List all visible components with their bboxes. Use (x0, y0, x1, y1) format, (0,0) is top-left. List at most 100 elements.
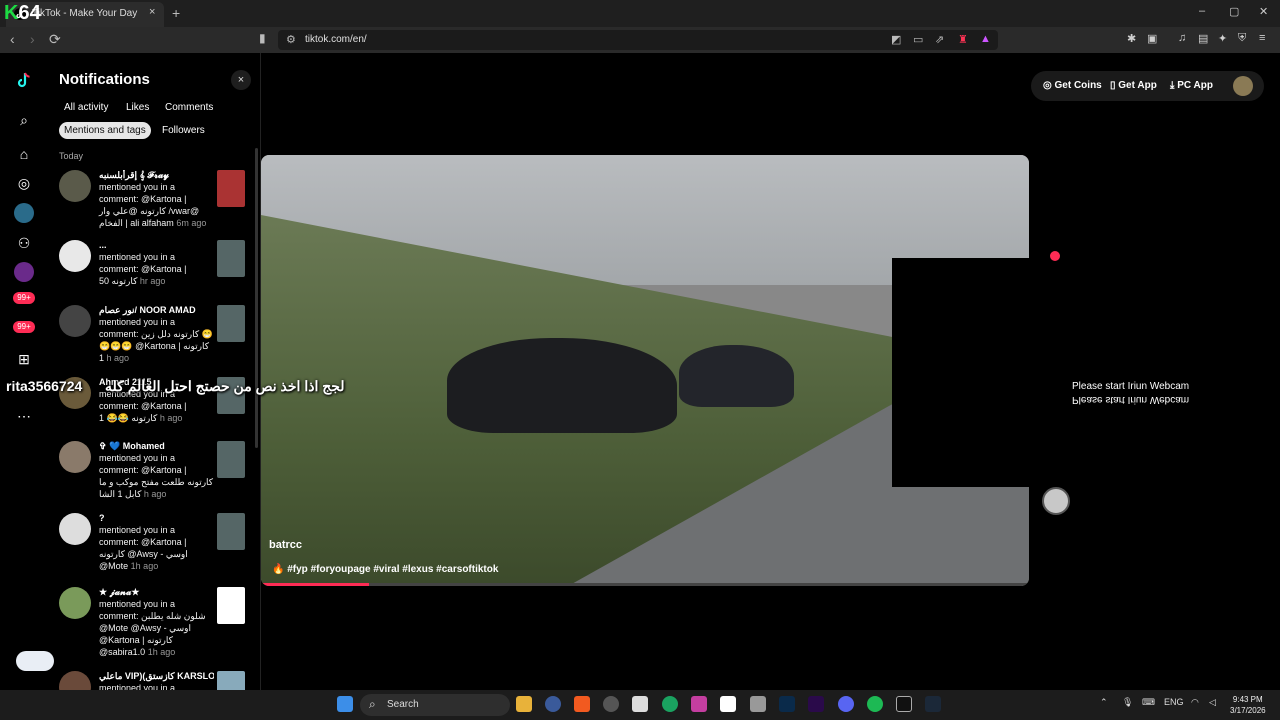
url-bar[interactable]: ⚙ tiktok.com/en/ ◩ ▭ ⇗ ♜ ▲ (278, 30, 998, 50)
tab-likes[interactable]: Likes (121, 99, 154, 116)
forward-button[interactable]: › (30, 31, 35, 47)
notification-thumbnail[interactable] (217, 587, 245, 624)
vpn-icon[interactable]: ⛨ (1238, 32, 1246, 45)
creator-avatar[interactable] (1042, 487, 1070, 515)
panel-scrollbar[interactable] (255, 148, 258, 448)
tab-close-icon[interactable]: × (149, 6, 155, 18)
menu-icon[interactable]: ≡ (1259, 32, 1265, 44)
tray-chevron-icon[interactable]: ⌃ (1100, 697, 1108, 708)
keyboard-icon[interactable]: ⌨ (1142, 697, 1155, 708)
video-caption[interactable]: 🔥 #fyp #foryoupage #viral #lexus #carsof… (272, 564, 498, 575)
live-icon[interactable] (14, 262, 34, 282)
messages-badge[interactable]: 99+ (13, 292, 35, 304)
notification-avatar[interactable] (59, 441, 91, 473)
notification-thumbnail[interactable] (217, 441, 245, 478)
volume-icon[interactable]: ◁ (1209, 697, 1216, 708)
video-progress-bar[interactable] (261, 583, 1029, 586)
notification-text: mentioned you in a comment: @Kartona | ك… (99, 182, 207, 228)
top-actions: ◎ Get Coins ▯ Get App ⤓ PC App (1031, 71, 1264, 101)
spotify-icon[interactable] (867, 696, 883, 712)
notification-username[interactable]: ... (99, 240, 214, 250)
capcut-icon[interactable] (720, 696, 736, 712)
minimize-button[interactable]: – (1199, 5, 1205, 17)
notification-avatar[interactable] (59, 671, 91, 690)
rewards-icon[interactable]: ▲ (980, 33, 991, 45)
activity-badge[interactable]: 99+ (13, 321, 35, 333)
pc-app-button[interactable]: ⤓ PC App (1170, 80, 1213, 91)
steam-icon[interactable] (925, 696, 941, 712)
extensions-icon[interactable]: ✱ (1127, 32, 1136, 45)
notification-username[interactable]: ✞ 💙 Mohamed (99, 441, 214, 452)
notification-thumbnail[interactable] (217, 240, 245, 277)
video-car-lexus (447, 338, 677, 433)
discord-icon[interactable] (838, 696, 854, 712)
notification-avatar[interactable] (59, 170, 91, 202)
bookmark-icon[interactable]: ▮ (259, 31, 266, 45)
notification-username[interactable]: إقرأبلسنبه 𝄞 𝓕𝓻𝓪𝔂 (99, 170, 214, 181)
tab-all-activity[interactable]: All activity (59, 99, 113, 116)
profile-avatar[interactable] (1233, 76, 1253, 96)
video-author[interactable]: batrcc (269, 539, 302, 551)
capcut-alt-icon[interactable] (896, 696, 912, 712)
wallet-icon[interactable]: ▤ (1198, 32, 1208, 45)
clock[interactable]: 9:43 PM 3/17/2026 (1230, 694, 1266, 716)
more-icon[interactable]: ⋯ (14, 406, 34, 426)
file-explorer-icon[interactable] (516, 696, 532, 712)
notification-avatar[interactable] (59, 305, 91, 337)
start-icon[interactable] (337, 696, 353, 712)
calculator-icon[interactable] (750, 696, 766, 712)
follow-dot-icon[interactable] (1050, 251, 1060, 261)
explore-icon[interactable]: ◎ (14, 173, 34, 193)
tiktok-logo-icon[interactable] (14, 70, 34, 90)
notification-avatar[interactable] (59, 240, 91, 272)
notification-username[interactable]: ماعلي VIP)(كازستق KARSLO) (99, 671, 214, 682)
app-icon[interactable] (632, 696, 648, 712)
home-icon[interactable]: ⌂ (14, 144, 34, 164)
leo-ai-icon[interactable]: ✦ (1218, 32, 1227, 45)
notification-thumbnail[interactable] (217, 513, 245, 550)
tab-mentions-and-tags[interactable]: Mentions and tags (59, 122, 151, 139)
notification-username[interactable]: نور عصام/ NOOR AMAD (99, 305, 214, 316)
app-icon[interactable] (603, 696, 619, 712)
back-button[interactable]: ‹ (10, 31, 15, 47)
cast-icon[interactable]: ▭ (913, 33, 923, 46)
upload-icon[interactable]: ⊞ (14, 349, 34, 369)
tab-comments[interactable]: Comments (160, 99, 218, 116)
search-icon[interactable]: ⌕ (14, 110, 34, 130)
site-info-icon[interactable]: ⚙ (286, 33, 296, 46)
notification-thumbnail[interactable] (217, 170, 245, 207)
app-icon[interactable] (545, 696, 561, 712)
sidebar-toggle-icon[interactable]: ▣ (1147, 32, 1157, 45)
notification-thumbnail[interactable] (217, 671, 245, 690)
get-app-button[interactable]: ▯ Get App (1110, 80, 1157, 91)
notification-avatar[interactable] (59, 513, 91, 545)
corner-widget[interactable] (16, 651, 54, 671)
browser-tab-bar: TikTok - Make Your Day × + K64 – ▢ ✕ (0, 0, 1280, 27)
app-icon[interactable] (662, 696, 678, 712)
close-panel-button[interactable]: × (231, 70, 251, 90)
notification-avatar[interactable] (59, 587, 91, 619)
close-window-button[interactable]: ✕ (1259, 5, 1268, 18)
brave-icon[interactable] (574, 696, 590, 712)
share-icon[interactable]: ⇗ (935, 33, 944, 46)
reload-button[interactable]: ⟳ (49, 31, 61, 48)
get-coins-button[interactable]: ◎ Get Coins (1043, 80, 1102, 91)
tab-followers[interactable]: Followers (157, 122, 210, 139)
wifi-icon[interactable]: ◠ (1191, 697, 1199, 708)
media-off-icon[interactable]: ◩ (891, 33, 901, 46)
new-tab-button[interactable]: + (172, 5, 180, 21)
notification-username[interactable]: ★ 𝓳𝓪𝓷𝓪★ (99, 587, 214, 598)
mic-icon[interactable]: 🎙 (1122, 697, 1133, 708)
music-icon[interactable]: ♫ (1178, 32, 1186, 44)
following-avatar-icon[interactable] (14, 203, 34, 223)
friends-icon[interactable]: ⚇ (14, 233, 34, 253)
language-indicator[interactable]: ENG (1164, 697, 1184, 707)
maximize-button[interactable]: ▢ (1229, 5, 1239, 18)
taskbar-search[interactable]: ⌕ Search (360, 694, 510, 716)
notification-username[interactable]: ? (99, 513, 214, 523)
app-icon[interactable] (691, 696, 707, 712)
premiere-icon[interactable] (808, 696, 824, 712)
brave-shield-icon[interactable]: ♜ (958, 33, 968, 46)
photoshop-icon[interactable] (779, 696, 795, 712)
notification-thumbnail[interactable] (217, 305, 245, 342)
